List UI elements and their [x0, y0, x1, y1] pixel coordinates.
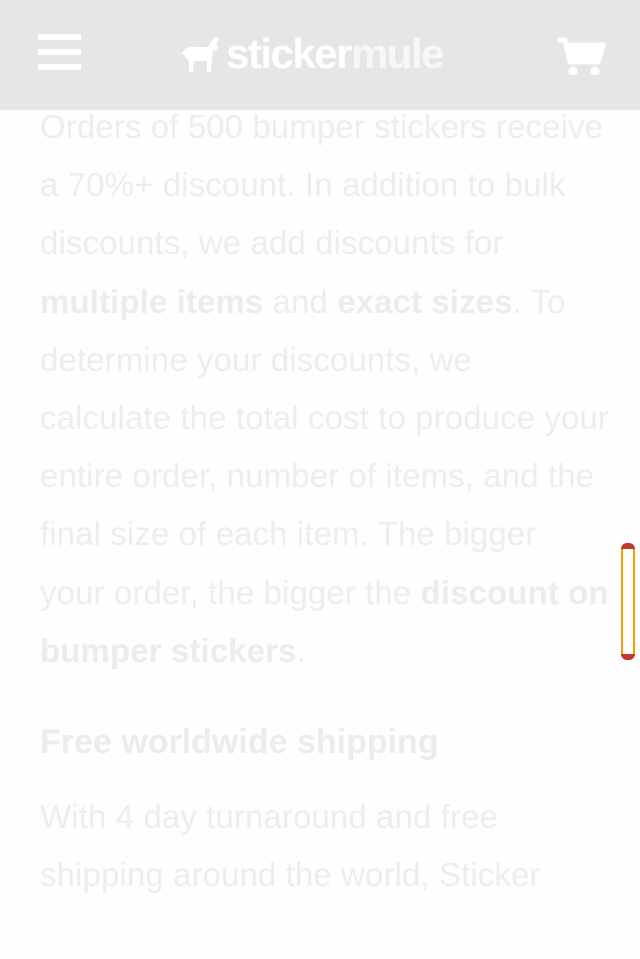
discount-paragraph: Orders of 500 bumper stickers receive a … [40, 98, 610, 680]
text-segment: . [296, 631, 306, 669]
logo-text-sticker: sticker [226, 30, 352, 77]
stickermule-logo[interactable]: stickermule [178, 28, 445, 80]
section-heading: Free worldwide shipping [40, 723, 439, 762]
shipping-paragraph: With 4 day turnaround and free shipping … [40, 798, 541, 894]
shopping-cart-icon[interactable] [556, 34, 606, 78]
header-bar: stickermule [0, 0, 640, 110]
logo-text-mule: mule [350, 30, 445, 77]
text-segment: Orders of 500 bumper stickers receive a … [40, 108, 604, 262]
article-content: Orders of 500 bumper stickers receive a … [40, 98, 610, 904]
text-segment: and [263, 282, 338, 320]
text-segment: . To determine your discounts, we calcul… [40, 282, 609, 611]
multiple-items-link[interactable]: multiple items [40, 283, 263, 320]
hamburger-menu-icon[interactable] [30, 28, 88, 78]
page: stickermule Orders of 500 bumper sticker… [0, 0, 640, 959]
exact-sizes-link[interactable]: exact sizes [337, 283, 512, 320]
scrollbar-thumb[interactable] [621, 543, 635, 660]
mule-logo-icon [182, 37, 219, 72]
